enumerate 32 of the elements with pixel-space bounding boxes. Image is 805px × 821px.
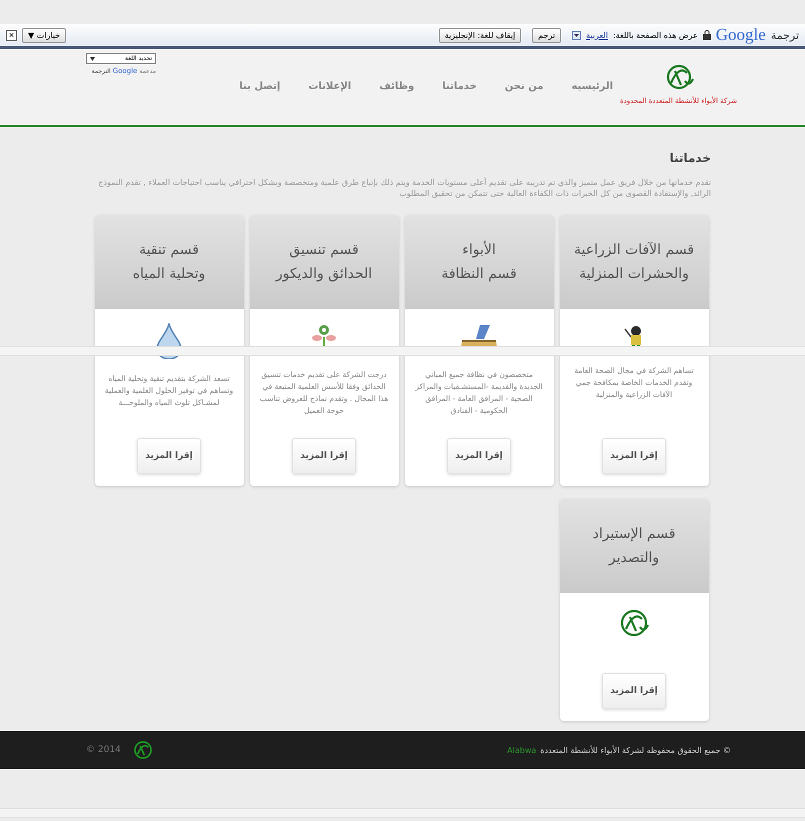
section-title: خدماتنا: [668, 151, 711, 165]
read-more-button[interactable]: إقرا المزيد: [602, 673, 666, 709]
intro-text: تقدم خدماتها من خلال فريق عمل متميز والذي تم تدريبه على تقديم أعلى مستويات الخدمة ويتم ذلك بإتباع طرق علمية ومتخصصة وبشكل احترافي يناسب احتياجات العملاء , تقدم النموذج الرائد, والإستفادة القصوى من كل الخبرات ذات الكفاءة العالية حتى تتمكن من تحقيق المطلوب: [97, 177, 711, 199]
options-button[interactable]: خيارات ▼: [22, 28, 66, 42]
brand-text: Alabwa: [507, 746, 536, 754]
language-link[interactable]: العربية: [586, 30, 608, 40]
card-title: قسم تنسيق: [289, 242, 359, 258]
translate-prompt: عرض هذه الصفحة باللغة:: [612, 30, 698, 40]
google-logo: Google: [716, 25, 766, 45]
card-title: وتحلية المياه: [132, 266, 206, 282]
read-more-button[interactable]: إقرا المزيد: [292, 438, 356, 474]
card-title: الحدائق والديكور: [276, 266, 372, 282]
turn-off-button[interactable]: إيقاف للغة: الإنجليزية: [438, 28, 522, 42]
caret-icon: [90, 56, 95, 60]
read-more-button[interactable]: إقرا المزيد: [447, 438, 511, 474]
card-title: قسم الإستيراد: [592, 526, 676, 542]
translate-button[interactable]: ترجم: [532, 28, 562, 42]
card-title: قسم الآفات الزراعية: [574, 242, 694, 258]
scrollbar[interactable]: [0, 346, 805, 356]
close-button[interactable]: ×: [6, 30, 17, 40]
copyright-year: 2014 ©: [86, 745, 121, 755]
lock-icon: [702, 30, 711, 40]
read-more-button[interactable]: إقرا المزيد: [137, 438, 201, 474]
dropdown-icon[interactable]: [572, 30, 582, 40]
card-title: الأبواء: [462, 242, 496, 258]
card-title: والتصدير: [608, 550, 660, 566]
translate-title: ترجمة: [770, 28, 799, 42]
card-title: قسم النظافة: [441, 266, 517, 282]
card-title: قسم تنقية: [139, 242, 199, 258]
read-more-button[interactable]: إقرا المزيد: [602, 438, 666, 474]
card-title: والحشرات المنزلية: [579, 266, 689, 282]
copyright-text: © جميع الحقوق محفوظه لشركة الأبواء للأنشطة المتعددة: [540, 746, 731, 754]
